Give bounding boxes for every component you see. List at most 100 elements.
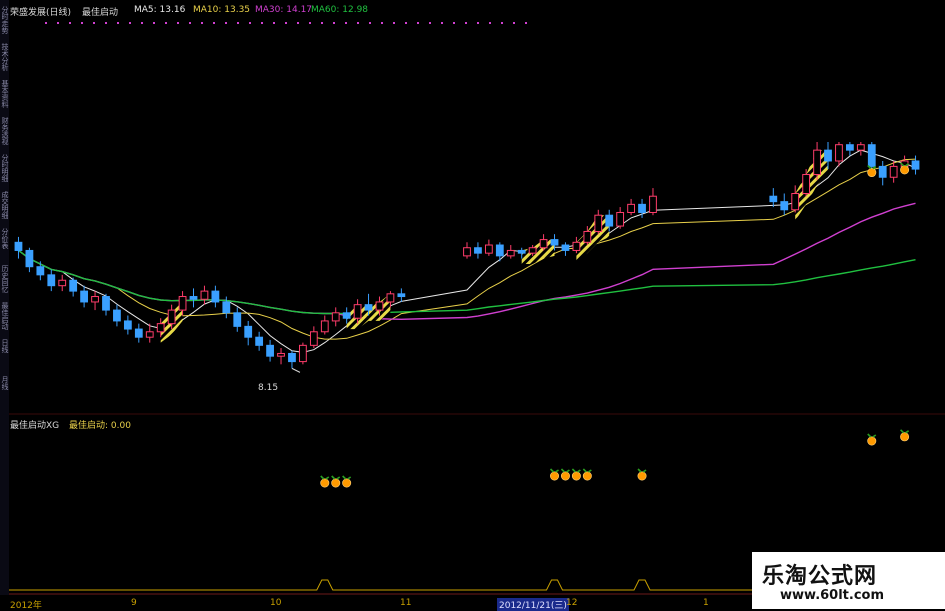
candle-body — [309, 331, 318, 346]
candle-body — [397, 293, 406, 298]
candle-body — [856, 144, 865, 151]
candle-body — [91, 296, 99, 303]
signal-orange — [637, 471, 647, 481]
top-marker-dot — [273, 22, 275, 24]
candle-body — [484, 244, 493, 254]
candle-body — [878, 165, 887, 178]
ma60-value: MA60: 12.98 — [311, 5, 369, 15]
x-tick-6: 1 — [703, 598, 709, 608]
candle-body — [616, 211, 625, 227]
candle-body — [244, 325, 253, 338]
top-marker-dots — [45, 22, 527, 24]
candle-body — [200, 290, 209, 300]
candle-body — [102, 296, 110, 311]
sidebar-tab[interactable]: 分价表 — [0, 228, 9, 262]
sidebar-tab[interactable]: 日线 — [0, 339, 9, 373]
candle-body — [178, 296, 187, 311]
candle-body — [638, 203, 646, 213]
signal-orange — [331, 478, 341, 488]
candle-body — [495, 244, 504, 257]
top-marker-dot — [129, 22, 131, 24]
top-marker-dot — [405, 22, 407, 24]
candle-body — [889, 165, 898, 178]
candle-body — [211, 290, 220, 303]
candle-body — [36, 266, 45, 276]
top-marker-dot — [141, 22, 143, 24]
top-marker-dot — [333, 22, 335, 24]
top-marker-dot — [213, 22, 215, 24]
top-marker-dot — [453, 22, 455, 24]
candle-body — [375, 301, 384, 311]
watermark-name: 乐淘公式网 — [762, 564, 878, 589]
top-marker-dot — [525, 22, 527, 24]
top-marker-dot — [465, 22, 467, 24]
low-price-label: 8.15 — [258, 383, 279, 393]
candle-body — [288, 352, 296, 363]
ma5-value: MA5: 13.16 — [134, 5, 186, 15]
candle-body — [58, 279, 67, 287]
indicator-name: 最佳启动 — [82, 8, 119, 18]
sidebar-tab[interactable]: 成交明细 — [0, 191, 9, 225]
top-marker-dot — [249, 22, 251, 24]
candle-body — [539, 239, 548, 249]
candle-body — [506, 249, 515, 257]
candle-body — [824, 149, 832, 162]
candle-body — [605, 214, 614, 227]
top-marker-dot — [513, 22, 515, 24]
signal-orange — [342, 478, 352, 488]
signal-orange — [550, 471, 560, 481]
candle-body — [528, 247, 537, 254]
kline-chart — [9, 0, 945, 609]
candle-body — [47, 274, 56, 287]
watermark-url: www.60lt.com — [780, 588, 885, 603]
top-marker-dot — [117, 22, 119, 24]
candle-body — [353, 304, 362, 319]
top-marker-dot — [105, 22, 107, 24]
sidebar-tab[interactable]: 分时明细 — [0, 154, 9, 188]
top-marker-dot — [45, 22, 47, 24]
sidebar-tab[interactable]: 最佳启动 — [0, 302, 9, 336]
candle-body — [386, 293, 395, 303]
sidebar-tab[interactable]: 分时走势 — [0, 6, 9, 40]
candle-body — [835, 144, 843, 162]
indicator-panel-value: 最佳启动: 0.00 — [69, 421, 131, 431]
x-date-cursor-label: 2012/11/21(三) — [497, 598, 569, 611]
top-marker-dot — [69, 22, 71, 24]
x-tick-5: 12 — [566, 598, 578, 608]
candle-body — [80, 290, 88, 303]
top-marker-dot — [81, 22, 83, 24]
signal-orange — [900, 432, 910, 442]
top-marker-dot — [261, 22, 263, 24]
candle-body — [769, 195, 778, 203]
x-tick-3: 11 — [400, 598, 412, 608]
x-tick-2: 10 — [270, 598, 282, 608]
sidebar-tab[interactable]: 月线 — [0, 376, 9, 410]
sidebar-tab[interactable]: 财务透视 — [0, 117, 9, 151]
candle-body — [156, 323, 165, 333]
top-marker-dot — [357, 22, 359, 24]
ma10-value: MA10: 13.35 — [193, 5, 251, 15]
signal-orange — [571, 471, 581, 481]
top-marker-dot — [477, 22, 479, 24]
signal-orange — [867, 436, 877, 446]
top-marker-dot — [321, 22, 323, 24]
top-marker-dot — [501, 22, 503, 24]
candle-body — [25, 249, 34, 268]
candle-body — [463, 247, 471, 257]
stock-title: 荣盛发展(日线) — [10, 8, 72, 18]
sidebar-tab[interactable]: 技术分析 — [0, 43, 9, 77]
candle-body — [189, 296, 198, 300]
candle-body — [145, 331, 154, 338]
candle-body — [594, 214, 603, 232]
candle-body — [813, 149, 821, 176]
top-marker-dot — [189, 22, 191, 24]
top-marker-dot — [201, 22, 203, 24]
candle-body — [583, 230, 592, 243]
top-marker-dot — [393, 22, 395, 24]
top-marker-dot — [165, 22, 167, 24]
top-marker-dot — [225, 22, 227, 24]
top-marker-dot — [489, 22, 491, 24]
sidebar-tab[interactable]: 历史回忆 — [0, 265, 9, 299]
sidebar-tab[interactable]: 基本资料 — [0, 80, 9, 114]
x-tick-1: 9 — [131, 598, 137, 608]
